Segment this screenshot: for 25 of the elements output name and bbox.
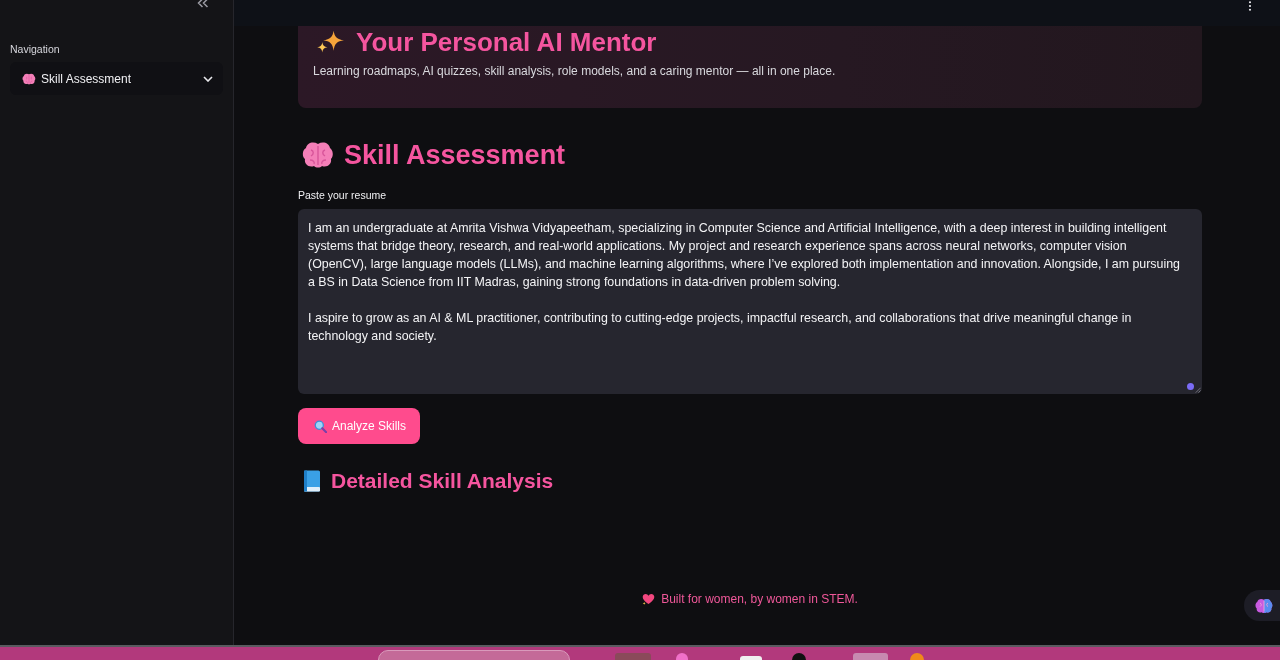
sparkles-icon — [316, 29, 346, 55]
brain-icon — [1255, 597, 1273, 614]
chevron-down-icon — [203, 75, 213, 82]
hero-title: Your Personal AI Mentor — [356, 27, 657, 57]
navigation-label: Navigation — [10, 42, 61, 56]
collapse-sidebar-button[interactable] — [195, 0, 211, 9]
brain-icon — [22, 72, 36, 85]
analysis-title: Detailed Skill Analysis — [331, 468, 554, 494]
double-chevron-left-icon — [197, 0, 209, 8]
navigation-select[interactable]: Skill Assessment — [10, 62, 223, 95]
resume-label: Paste your resume — [298, 188, 388, 202]
heart-icon — [642, 593, 656, 605]
brain-icon — [302, 141, 334, 169]
resume-textarea[interactable] — [298, 209, 1202, 394]
section-title: Skill Assessment — [344, 139, 566, 172]
selected-page-text: Skill Assessment — [41, 71, 133, 86]
magnifier-icon — [314, 419, 327, 433]
hero-subtitle: Learning roadmaps, AI quizzes, skill analysis, role models, and a caring mentor — all in one place. — [313, 63, 837, 80]
floating-assistant-button[interactable] — [1244, 590, 1280, 621]
resize-grip-icon — [1195, 387, 1201, 393]
resume-text: I am an undergraduate at Amrita Vishwa Vidyapeetham, specializing in Computer Science and Artificial Intelligence, with a deep interest in building intelligent systems that bridge theory, research, and real-world applications. My project and research experience spans across neural networks, computer vision (OpenCV), large language models (LLMs), and machine learning algorithms, where I’ve explored both implementation and innovation. Alongside, I am pursuing a BS in Data Science from IIT Madras, gaining strong foundations in data-driven problem solving. I aspire to grow as an AI & ML practitioner, contributing to cutting-edge projects, impactful research, and collaborations that drive meaningful change in technology and society. — [308, 220, 1181, 345]
footer-text: Built for women, by women in STEM. — [661, 591, 858, 608]
dot-icon — [1187, 383, 1194, 390]
menu-icon — [1248, 1, 1252, 11]
book-icon — [303, 470, 321, 492]
